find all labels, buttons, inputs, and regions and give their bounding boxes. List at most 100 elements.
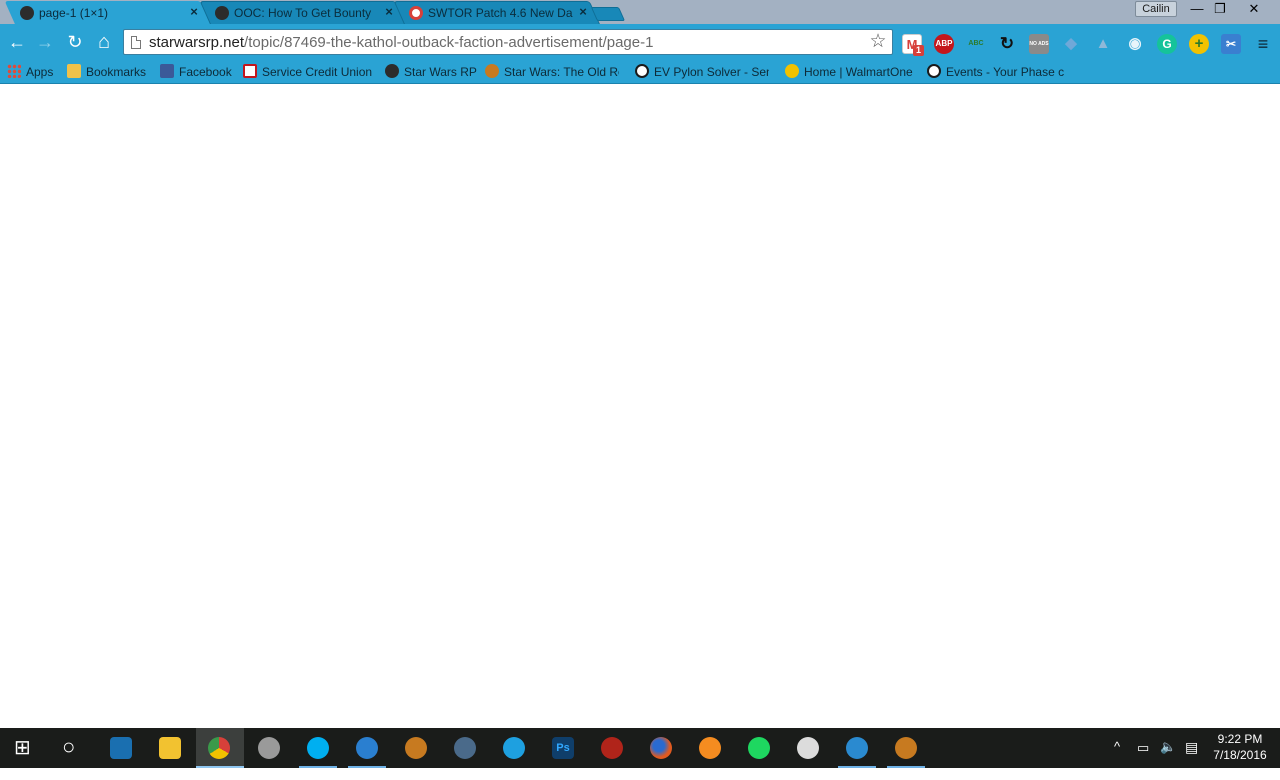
clock-time: 9:22 PM bbox=[1217, 732, 1263, 746]
bookmark-ev-pylon-solver[interactable]: EV Pylon Solver - Sen bbox=[635, 63, 769, 81]
bookmark-label: Facebook bbox=[179, 65, 232, 79]
bookmark-label: Service Credit Union bbox=[262, 65, 373, 79]
gmail-badge: 1 bbox=[913, 45, 924, 56]
task-view-icon bbox=[110, 737, 132, 759]
thunderbird-icon bbox=[356, 737, 378, 759]
gmail-checker-icon[interactable]: M1 bbox=[902, 34, 924, 56]
taskbar-game[interactable] bbox=[589, 728, 635, 768]
show-hidden-icons-button[interactable]: ^ bbox=[1114, 739, 1120, 779]
swtor-news-icon bbox=[409, 6, 423, 20]
bookmark-folder-bookmarks[interactable]: Bookmarks bbox=[67, 63, 146, 81]
url-host: starwarsrp.net bbox=[149, 34, 245, 51]
notifications-icon[interactable]: ▤ bbox=[1185, 739, 1198, 779]
close-window-button[interactable]: ✕ bbox=[1240, 0, 1268, 18]
taskbar-chrome[interactable] bbox=[196, 728, 244, 768]
tab-close-icon[interactable]: × bbox=[188, 5, 200, 19]
facebook-icon bbox=[160, 64, 174, 78]
tab-title: SWTOR Patch 4.6 New Da bbox=[428, 6, 573, 20]
taskbar-internet-explorer[interactable] bbox=[491, 728, 537, 768]
adblock-plus-icon[interactable]: ABP bbox=[934, 34, 954, 54]
tab-page-1[interactable]: page-1 (1×1) × bbox=[4, 1, 212, 25]
home-button[interactable]: ⌂ bbox=[94, 32, 114, 52]
bookmark-label: Bookmarks bbox=[86, 65, 147, 79]
steam-tool-icon bbox=[797, 737, 819, 759]
webcam-icon bbox=[258, 737, 280, 759]
eye-icon[interactable]: ◉ bbox=[1125, 34, 1145, 54]
taskbar-spotify[interactable] bbox=[736, 728, 782, 768]
taskbar-webcam[interactable] bbox=[246, 728, 292, 768]
bookmark-swtor[interactable]: Star Wars: The Old Re bbox=[485, 63, 619, 81]
taskbar-task-view[interactable] bbox=[98, 728, 144, 768]
taskbar-swtor-launcher[interactable] bbox=[393, 728, 439, 768]
no-ads-icon[interactable]: NO ADS bbox=[1029, 34, 1049, 54]
taskbar-steam-tool[interactable] bbox=[785, 728, 831, 768]
dropbox-icon[interactable]: ◆ bbox=[1061, 34, 1081, 54]
taskbar-uplay[interactable] bbox=[834, 728, 880, 768]
tab-close-icon[interactable]: × bbox=[577, 5, 589, 19]
reload-button[interactable]: ↻ bbox=[65, 32, 85, 52]
sync-icon[interactable]: ↻ bbox=[997, 34, 1017, 54]
bookmark-label: Star Wars RP bbox=[404, 65, 477, 79]
clock-date: 7/18/2016 bbox=[1213, 748, 1267, 762]
back-button[interactable]: ← bbox=[7, 32, 27, 52]
swtor-launcher-icon bbox=[405, 737, 427, 759]
page-content[interactable] bbox=[0, 85, 1280, 728]
network-icon[interactable]: ▭ bbox=[1137, 740, 1149, 780]
bookmark-walmartone[interactable]: Home | WalmartOne bbox=[785, 63, 913, 81]
tab-swtor-patch[interactable]: SWTOR Patch 4.6 New Da × bbox=[393, 1, 601, 25]
bookmark-label: Apps bbox=[26, 65, 54, 79]
screenshot-icon[interactable]: ✂ bbox=[1221, 34, 1241, 54]
bookmark-label: Home | WalmartOne bbox=[804, 65, 913, 79]
taskbar-skype[interactable] bbox=[295, 728, 341, 768]
walmart-icon bbox=[785, 64, 799, 78]
internet-explorer-icon bbox=[503, 737, 525, 759]
photoshop-icon: Ps bbox=[552, 737, 574, 759]
windows-logo-icon: ⊞ bbox=[14, 737, 31, 759]
maximize-button[interactable]: ❐ bbox=[1206, 0, 1234, 18]
bookmark-facebook[interactable]: Facebook bbox=[160, 63, 232, 81]
new-tab-button[interactable] bbox=[590, 7, 626, 21]
start-button[interactable]: ⊞ bbox=[0, 728, 46, 768]
swrp-icon bbox=[20, 6, 34, 20]
browser-toolbar: ← → ↻ ⌂ starwarsrp.net/topic/87469-the-k… bbox=[0, 24, 1280, 60]
tab-close-icon[interactable]: × bbox=[383, 5, 395, 19]
system-clock[interactable]: 9:22 PM 7/18/2016 bbox=[1208, 731, 1272, 763]
tab-ooc-bounty[interactable]: OOC: How To Get Bounty × bbox=[199, 1, 407, 25]
cortana-button[interactable]: ○ bbox=[48, 728, 94, 768]
taskbar-google-play-music[interactable] bbox=[687, 728, 733, 768]
taskbar-photoshop[interactable]: Ps bbox=[540, 728, 586, 768]
taskbar-firefox[interactable] bbox=[638, 728, 684, 768]
game-icon bbox=[601, 737, 623, 759]
bookmark-events[interactable]: Events - Your Phase c bbox=[927, 63, 1064, 81]
bookmark-label: Star Wars: The Old Re bbox=[504, 65, 619, 79]
ev-icon bbox=[927, 64, 941, 78]
bookmark-service-credit-union[interactable]: Service Credit Union bbox=[243, 63, 372, 81]
taskbar-thunderbird[interactable] bbox=[344, 728, 390, 768]
cortana-search-icon: ○ bbox=[62, 734, 76, 759]
taskbar-swtor-game[interactable] bbox=[883, 728, 929, 768]
address-bar[interactable]: starwarsrp.net/topic/87469-the-kathol-ou… bbox=[123, 29, 893, 55]
taskbar-ts[interactable] bbox=[442, 728, 488, 768]
google-play-music-icon bbox=[699, 737, 721, 759]
apps-grid-icon bbox=[7, 64, 21, 78]
plus-extension-icon[interactable]: + bbox=[1189, 34, 1209, 54]
spellcheck-icon[interactable]: ABC bbox=[966, 34, 986, 54]
swrp-icon bbox=[215, 6, 229, 20]
chrome-menu-icon[interactable]: ≡ bbox=[1253, 34, 1273, 54]
bookmark-star-icon[interactable]: ☆ bbox=[868, 32, 888, 52]
tab-title: OOC: How To Get Bounty bbox=[234, 6, 372, 20]
swtor-game-icon bbox=[895, 737, 917, 759]
bookmarks-bar: Apps Bookmarks Facebook Service Credit U… bbox=[0, 60, 1280, 84]
volume-icon[interactable]: 🔈 bbox=[1160, 739, 1176, 779]
url-text[interactable]: starwarsrp.net/topic/87469-the-kathol-ou… bbox=[149, 34, 653, 51]
bookmark-apps[interactable]: Apps bbox=[7, 63, 53, 81]
grammarly-icon[interactable]: G bbox=[1157, 34, 1177, 54]
folder-icon bbox=[67, 64, 81, 78]
forward-button[interactable]: → bbox=[35, 32, 55, 52]
swrp-icon bbox=[385, 64, 399, 78]
drive-icon[interactable]: ▲ bbox=[1093, 34, 1113, 54]
taskbar-file-explorer[interactable] bbox=[147, 728, 193, 768]
skype-icon bbox=[307, 737, 329, 759]
profile-button[interactable]: Cailin bbox=[1135, 1, 1177, 17]
bookmark-star-wars-rp[interactable]: Star Wars RP bbox=[385, 63, 477, 81]
